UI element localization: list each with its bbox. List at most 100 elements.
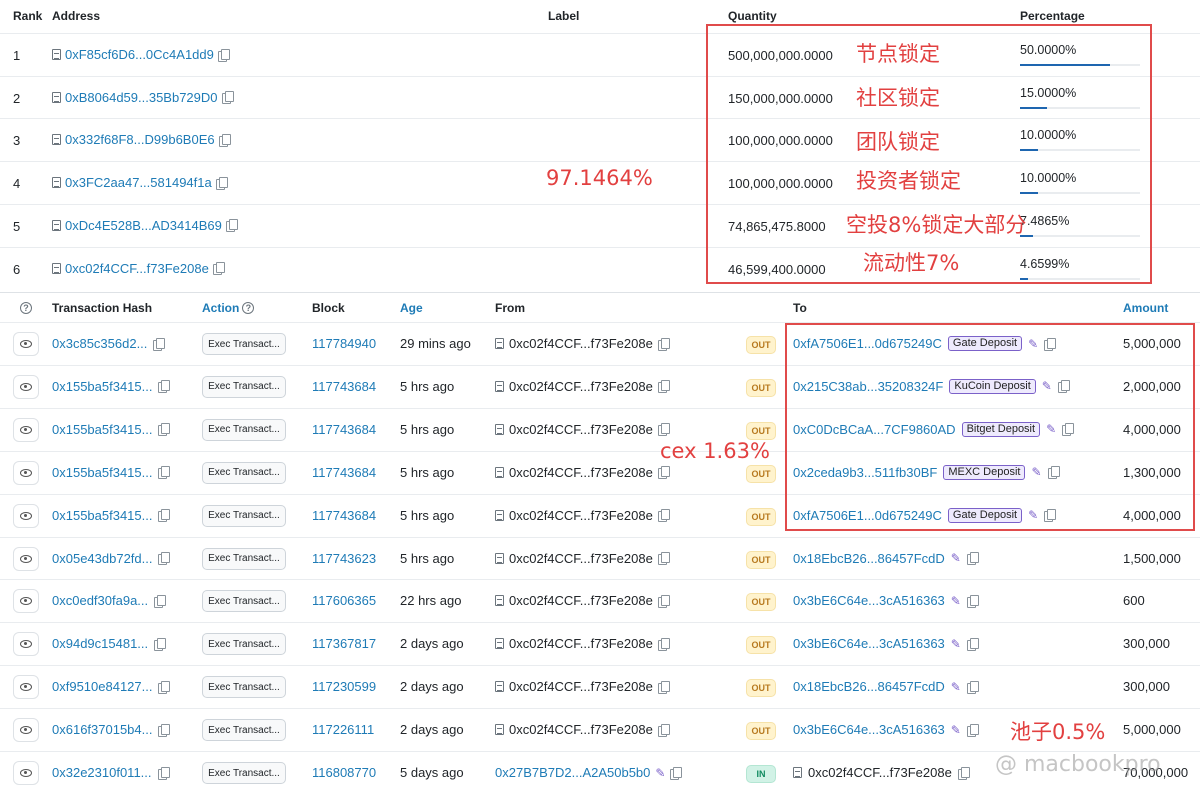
copy-icon[interactable]	[158, 380, 171, 394]
from-address[interactable]: 0xc02f4CCF...f73Fe208e	[495, 465, 670, 480]
tx-hash-text[interactable]: 0x3c85c356d2...	[52, 336, 147, 351]
tx-hash-text[interactable]: 0x94d9c15481...	[52, 636, 148, 651]
block-link[interactable]: 117743684	[312, 379, 376, 394]
to-address-text[interactable]: 0x18EbcB26...86457FcdD	[793, 679, 945, 694]
from-address[interactable]: 0xc02f4CCF...f73Fe208e	[495, 508, 670, 523]
action-help-icon[interactable]: ?	[242, 302, 255, 314]
from-address[interactable]: 0x27B7B7D2...A2A50b5b0 ✎	[495, 765, 683, 780]
tx-hash-text[interactable]: 0x155ba5f3415...	[52, 422, 152, 437]
from-address-text[interactable]: 0xc02f4CCF...f73Fe208e	[509, 379, 653, 394]
edit-note-icon[interactable]: ✎	[951, 724, 961, 736]
copy-icon[interactable]	[657, 594, 670, 608]
copy-icon[interactable]	[221, 91, 234, 105]
copy-icon[interactable]	[657, 466, 670, 480]
tx-hash-text[interactable]: 0xc0edf30fa9a...	[52, 593, 148, 608]
from-address[interactable]: 0xc02f4CCF...f73Fe208e	[495, 679, 670, 694]
block-link[interactable]: 117230599	[312, 679, 376, 694]
view-details-button[interactable]	[13, 761, 39, 785]
to-address-text[interactable]: 0x3bE6C64e...3cA516363	[793, 593, 945, 608]
tx-hash-text[interactable]: 0x155ba5f3415...	[52, 465, 152, 480]
holder-address[interactable]: 0xc02f4CCF...f73Fe208e	[52, 261, 225, 276]
view-details-button[interactable]	[13, 374, 39, 399]
copy-icon[interactable]	[158, 552, 171, 565]
from-address-text[interactable]: 0xc02f4CCF...f73Fe208e	[509, 593, 653, 608]
to-address[interactable]: 0x3bE6C64e...3cA516363 ✎	[793, 722, 979, 737]
from-address-text[interactable]: 0x27B7B7D2...A2A50b5b0	[495, 765, 650, 780]
tx-hash-text[interactable]: 0x32e2310f011...	[52, 765, 152, 780]
copy-icon[interactable]	[215, 176, 228, 190]
edit-note-icon[interactable]: ✎	[951, 681, 961, 693]
to-address[interactable]: 0x3bE6C64e...3cA516363 ✎	[793, 593, 979, 608]
edit-note-icon[interactable]: ✎	[951, 552, 961, 564]
from-address-text[interactable]: 0xc02f4CCF...f73Fe208e	[509, 722, 653, 737]
holder-address-text[interactable]: 0x332f68F8...D99b6B0E6	[65, 132, 215, 147]
tx-hash[interactable]: 0x155ba5f3415...	[52, 379, 171, 394]
view-details-button[interactable]	[13, 417, 39, 442]
holder-address-text[interactable]: 0xF85cf6D6...0Cc4A1dd9	[65, 47, 214, 62]
block-link[interactable]: 117226111	[312, 722, 374, 737]
edit-note-icon[interactable]: ✎	[951, 595, 961, 607]
copy-icon[interactable]	[966, 723, 979, 737]
holder-address-text[interactable]: 0xc02f4CCF...f73Fe208e	[65, 261, 209, 276]
to-address-text[interactable]: 0x18EbcB26...86457FcdD	[793, 551, 945, 566]
from-address-text[interactable]: 0xc02f4CCF...f73Fe208e	[509, 508, 653, 523]
from-address-text[interactable]: 0xc02f4CCF...f73Fe208e	[509, 465, 653, 480]
view-details-button[interactable]	[13, 503, 39, 528]
tx-hash-text[interactable]: 0xf9510e84127...	[52, 679, 152, 694]
block-link[interactable]: 117367817	[312, 636, 376, 651]
to-address-text[interactable]: 0x3bE6C64e...3cA516363	[793, 722, 945, 737]
holder-address[interactable]: 0x332f68F8...D99b6B0E6	[52, 132, 231, 147]
holder-address[interactable]: 0xDc4E528B...AD3414B69	[52, 218, 238, 233]
copy-icon[interactable]	[212, 262, 225, 275]
tx-hash[interactable]: 0x32e2310f011...	[52, 765, 170, 780]
view-details-button[interactable]	[13, 675, 39, 700]
from-address-text[interactable]: 0xc02f4CCF...f73Fe208e	[509, 551, 653, 566]
copy-icon[interactable]	[158, 680, 171, 694]
holder-address[interactable]: 0xB8064d59...35Bb729D0	[52, 90, 234, 105]
block-link[interactable]: 117743623	[312, 551, 376, 566]
view-details-button[interactable]	[13, 632, 39, 657]
to-address[interactable]: 0x18EbcB26...86457FcdD ✎	[793, 679, 979, 694]
to-address[interactable]: 0xc02f4CCF...f73Fe208e	[793, 765, 970, 780]
copy-icon[interactable]	[657, 509, 670, 523]
to-address-text[interactable]: 0x3bE6C64e...3cA516363	[793, 636, 945, 651]
col-header-action[interactable]: Action ?	[202, 301, 255, 315]
to-address[interactable]: 0x3bE6C64e...3cA516363 ✎	[793, 636, 979, 651]
view-details-button[interactable]	[13, 332, 39, 356]
copy-icon[interactable]	[966, 680, 979, 694]
from-address-text[interactable]: 0xc02f4CCF...f73Fe208e	[509, 679, 653, 694]
tx-hash[interactable]: 0x94d9c15481...	[52, 636, 167, 651]
tx-hash-text[interactable]: 0x155ba5f3415...	[52, 508, 152, 523]
copy-icon[interactable]	[154, 637, 167, 651]
copy-icon[interactable]	[657, 380, 670, 394]
from-address[interactable]: 0xc02f4CCF...f73Fe208e	[495, 336, 670, 351]
copy-icon[interactable]	[957, 766, 970, 780]
from-address[interactable]: 0xc02f4CCF...f73Fe208e	[495, 551, 670, 566]
tx-hash[interactable]: 0x05e43db72fd...	[52, 551, 171, 566]
from-address-text[interactable]: 0xc02f4CCF...f73Fe208e	[509, 422, 653, 437]
view-details-button[interactable]	[13, 546, 39, 571]
copy-icon[interactable]	[657, 337, 670, 351]
view-details-button[interactable]	[13, 589, 39, 614]
copy-icon[interactable]	[966, 594, 979, 608]
block-link[interactable]: 117743684	[312, 422, 376, 437]
copy-icon[interactable]	[153, 337, 166, 351]
holder-address-text[interactable]: 0x3FC2aa47...581494f1a	[65, 175, 212, 190]
from-address[interactable]: 0xc02f4CCF...f73Fe208e	[495, 379, 670, 394]
col-header-age[interactable]: Age	[400, 301, 423, 315]
block-link[interactable]: 117606365	[312, 593, 376, 608]
from-address-text[interactable]: 0xc02f4CCF...f73Fe208e	[509, 336, 653, 351]
from-address-text[interactable]: 0xc02f4CCF...f73Fe208e	[509, 636, 653, 651]
block-link[interactable]: 117784940	[312, 336, 376, 351]
from-address[interactable]: 0xc02f4CCF...f73Fe208e	[495, 722, 670, 737]
copy-icon[interactable]	[158, 509, 171, 523]
copy-icon[interactable]	[657, 423, 670, 437]
copy-icon[interactable]	[966, 552, 979, 565]
tx-hash[interactable]: 0x155ba5f3415...	[52, 422, 171, 437]
tx-hash-text[interactable]: 0x155ba5f3415...	[52, 379, 152, 394]
col-header-amount[interactable]: Amount	[1123, 301, 1168, 315]
block-link[interactable]: 117743684	[312, 508, 376, 523]
holder-address[interactable]: 0x3FC2aa47...581494f1a	[52, 175, 228, 190]
edit-note-icon[interactable]: ✎	[655, 767, 665, 779]
block-link[interactable]: 116808770	[312, 765, 376, 780]
